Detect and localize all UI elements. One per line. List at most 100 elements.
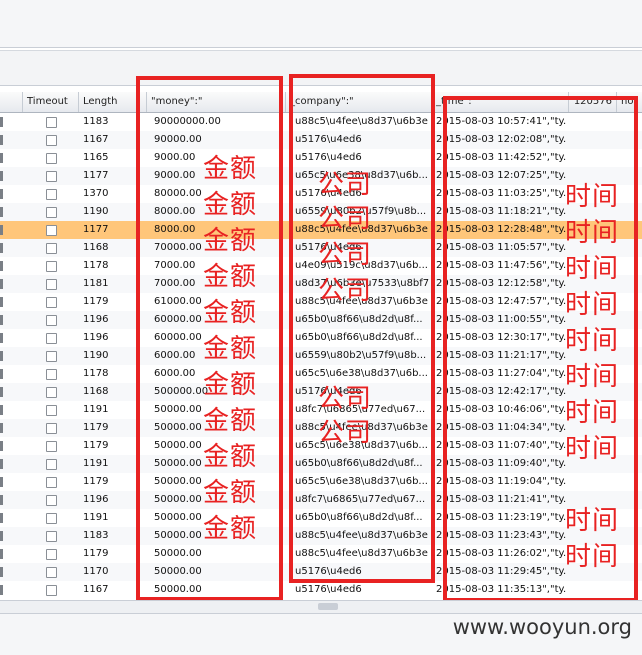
row-request-marker <box>0 567 3 577</box>
time-annotation: 时间 <box>565 506 620 536</box>
header-timeout[interactable]: Timeout <box>23 92 79 112</box>
row-request-marker <box>0 441 3 451</box>
money-annotation: 金额 <box>203 514 258 544</box>
timeout-checkbox[interactable] <box>46 549 57 560</box>
timeout-checkbox[interactable] <box>46 315 57 326</box>
length-cell: 1183 <box>83 530 109 541</box>
horizontal-scrollbar[interactable] <box>0 600 642 613</box>
row-request-marker <box>0 225 3 235</box>
time-annotation: 时间 <box>565 434 620 464</box>
time-annotation: 时间 <box>565 218 620 248</box>
time-annotation: 时间 <box>565 290 620 320</box>
row-request-marker <box>0 387 3 397</box>
timeout-checkbox[interactable] <box>46 351 57 362</box>
company-highlight-box <box>289 74 435 583</box>
length-cell: 1167 <box>83 584 109 595</box>
timeout-checkbox[interactable] <box>46 333 57 344</box>
length-cell: 1165 <box>83 152 109 163</box>
length-cell: 1191 <box>83 512 109 523</box>
row-request-marker <box>0 423 3 433</box>
time-annotation: 时间 <box>565 398 620 428</box>
length-cell: 1177 <box>83 170 109 181</box>
timeout-checkbox[interactable] <box>46 189 57 200</box>
row-request-marker <box>0 297 3 307</box>
length-cell: 1170 <box>83 566 109 577</box>
timeout-checkbox[interactable] <box>46 387 57 398</box>
money-annotation: 金额 <box>203 226 258 256</box>
timeout-checkbox[interactable] <box>46 423 57 434</box>
watermark: www.wooyun.org <box>452 615 632 639</box>
money-annotation: 金额 <box>203 478 258 508</box>
company-annotation: 公司 <box>318 276 373 306</box>
row-request-marker <box>0 261 3 271</box>
length-cell: 1190 <box>83 206 109 217</box>
length-cell: 1191 <box>83 458 109 469</box>
timeout-checkbox[interactable] <box>46 225 57 236</box>
time-annotation: 时间 <box>565 362 620 392</box>
money-annotation: 金额 <box>203 298 258 328</box>
row-request-marker <box>0 207 3 217</box>
timeout-checkbox[interactable] <box>46 513 57 524</box>
company-annotation: 公司 <box>318 384 373 414</box>
money-annotation: 金额 <box>203 262 258 292</box>
time-annotation: 时间 <box>565 182 620 212</box>
money-annotation: 金额 <box>203 370 258 400</box>
length-cell: 1181 <box>83 278 109 289</box>
length-cell: 1196 <box>83 314 109 325</box>
length-cell: 1370 <box>83 188 109 199</box>
company-annotation: 公司 <box>318 204 373 234</box>
timeout-checkbox[interactable] <box>46 117 57 128</box>
timeout-checkbox[interactable] <box>46 135 57 146</box>
length-cell: 1167 <box>83 134 109 145</box>
timeout-checkbox[interactable] <box>46 153 57 164</box>
timeout-checkbox[interactable] <box>46 279 57 290</box>
row-request-marker <box>0 405 3 415</box>
length-cell: 1168 <box>83 242 109 253</box>
timeout-checkbox[interactable] <box>46 585 57 596</box>
length-cell: 1179 <box>83 296 109 307</box>
row-request-marker <box>0 315 3 325</box>
row-request-marker <box>0 153 3 163</box>
timeout-checkbox[interactable] <box>46 459 57 470</box>
length-cell: 1179 <box>83 548 109 559</box>
company-annotation: 公司 <box>318 170 373 200</box>
company-annotation: 公司 <box>318 418 373 448</box>
timeout-checkbox[interactable] <box>46 207 57 218</box>
timeout-checkbox[interactable] <box>46 405 57 416</box>
money-annotation: 金额 <box>203 406 258 436</box>
timeout-checkbox[interactable] <box>46 171 57 182</box>
row-request-marker <box>0 279 3 289</box>
length-cell: 1179 <box>83 476 109 487</box>
row-request-marker <box>0 171 3 181</box>
time-annotation: 时间 <box>565 542 620 572</box>
row-request-marker <box>0 117 3 127</box>
timeout-checkbox[interactable] <box>46 495 57 506</box>
row-request-marker <box>0 135 3 145</box>
timeout-checkbox[interactable] <box>46 243 57 254</box>
length-cell: 1196 <box>83 494 109 505</box>
row-request-marker <box>0 585 3 595</box>
company-annotation: 公司 <box>318 240 373 270</box>
row-request-marker <box>0 189 3 199</box>
timeout-checkbox[interactable] <box>46 441 57 452</box>
top-toolbar <box>0 0 642 48</box>
length-cell: 1179 <box>83 422 109 433</box>
company-cell: u5176\u4ed6 <box>295 584 362 595</box>
timeout-checkbox[interactable] <box>46 297 57 308</box>
length-cell: 1191 <box>83 404 109 415</box>
timeout-checkbox[interactable] <box>46 567 57 578</box>
row-request-marker <box>0 369 3 379</box>
timeout-checkbox[interactable] <box>46 261 57 272</box>
row-request-marker <box>0 333 3 343</box>
header-request-col[interactable] <box>0 92 23 112</box>
timeout-checkbox[interactable] <box>46 369 57 380</box>
row-request-marker <box>0 495 3 505</box>
row-request-marker <box>0 549 3 559</box>
scrollbar-thumb[interactable] <box>318 603 338 610</box>
length-cell: 1190 <box>83 350 109 361</box>
length-cell: 1183 <box>83 116 109 127</box>
length-cell: 1178 <box>83 368 109 379</box>
timeout-checkbox[interactable] <box>46 531 57 542</box>
timeout-checkbox[interactable] <box>46 477 57 488</box>
row-request-marker <box>0 513 3 523</box>
